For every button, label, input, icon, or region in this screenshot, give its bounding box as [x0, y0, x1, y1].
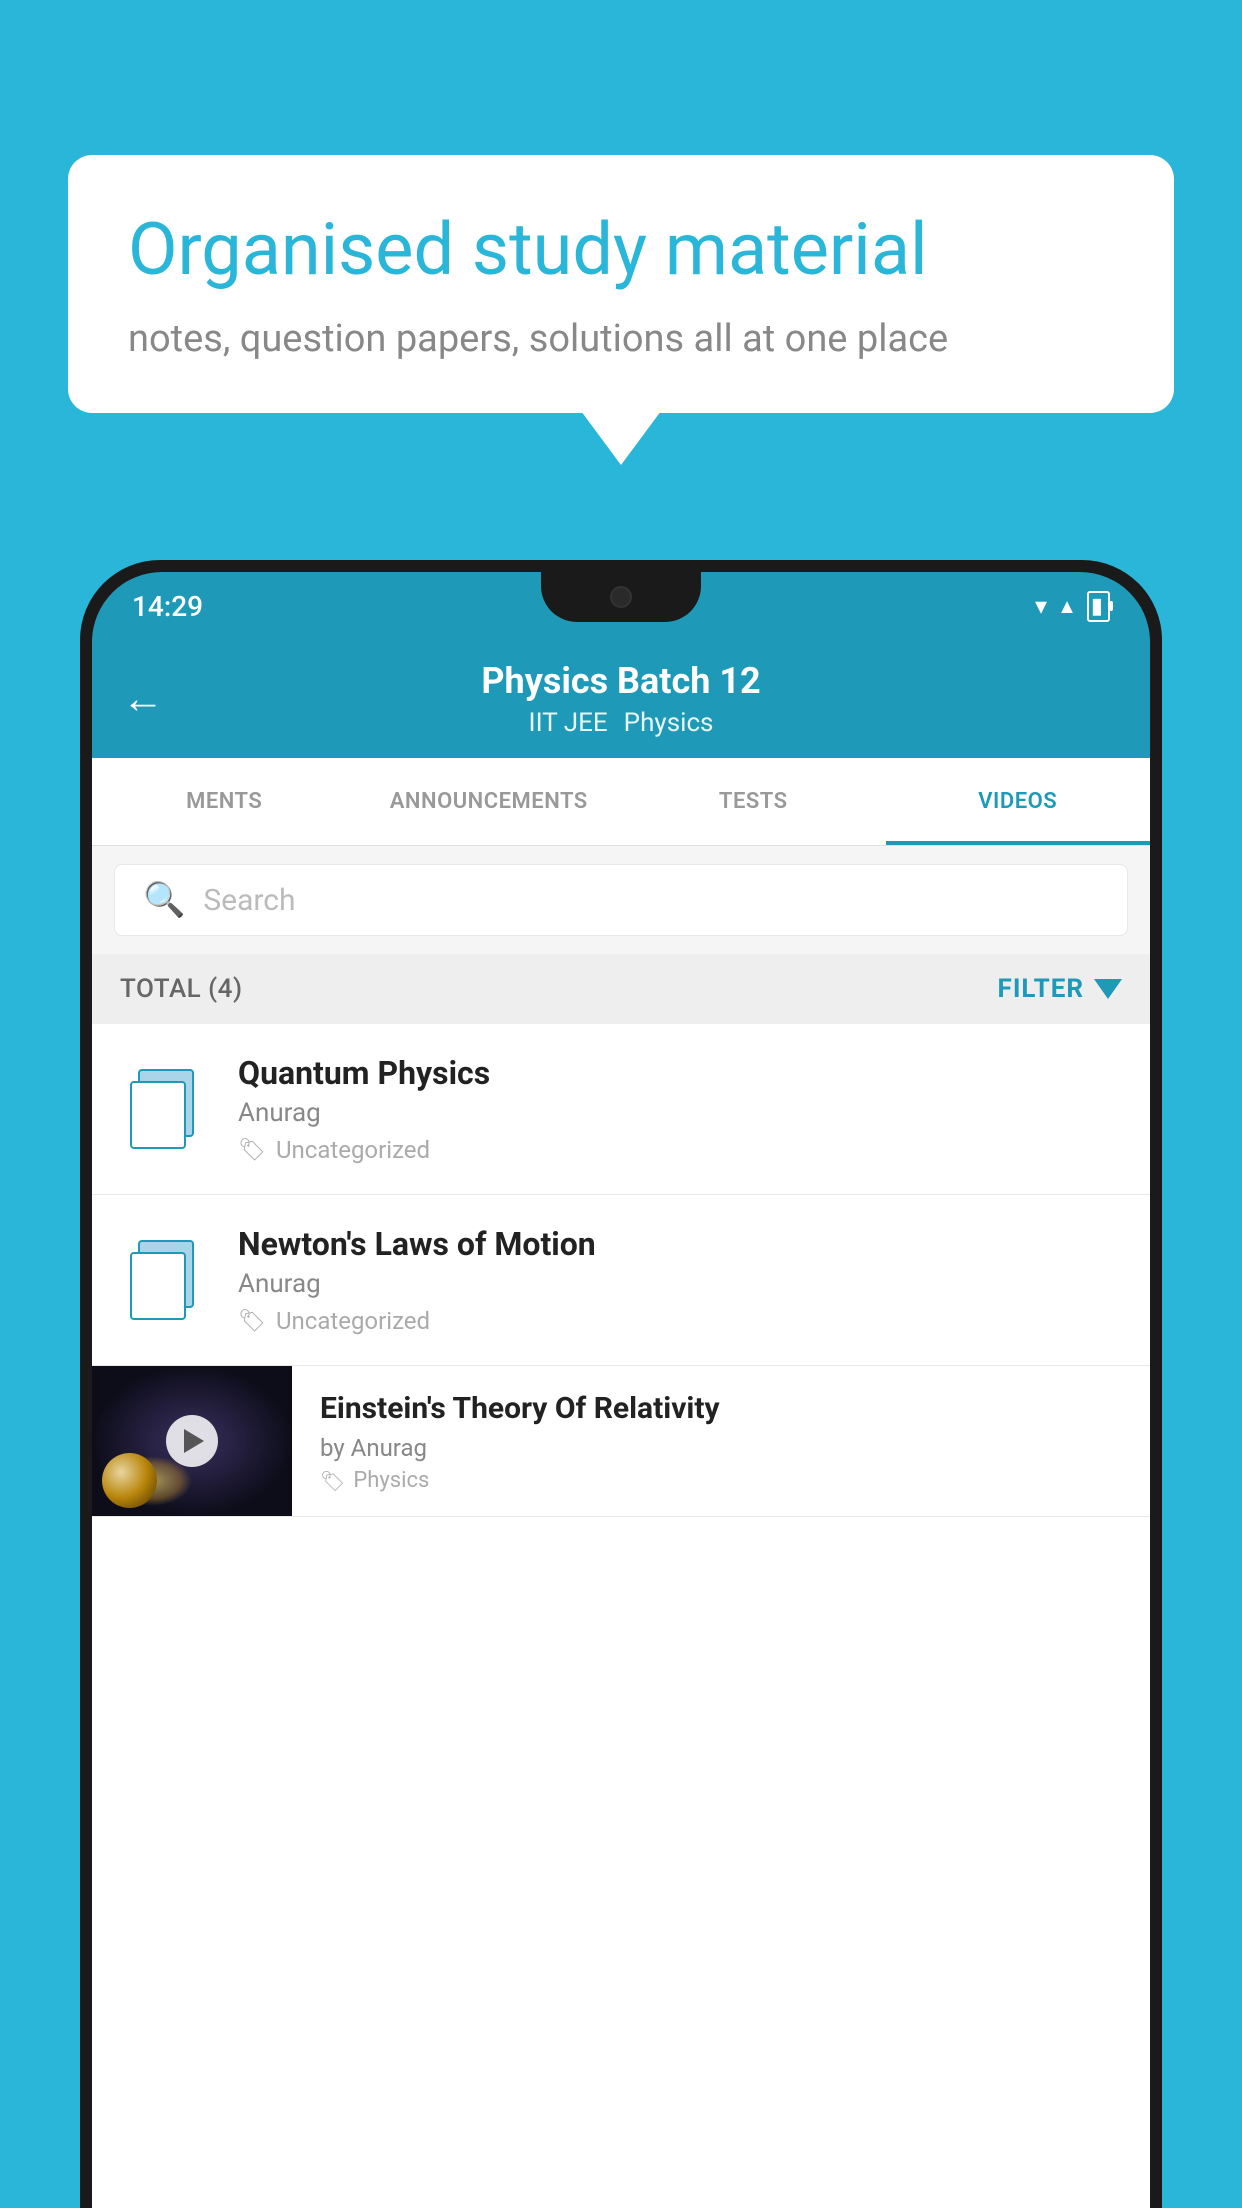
thumb-tag-text: Physics: [353, 1468, 429, 1493]
list-item[interactable]: Newton's Laws of Motion Anurag 🏷 Uncateg…: [92, 1195, 1150, 1366]
battery-icon: ▮: [1087, 591, 1110, 622]
tag-text: Uncategorized: [276, 1307, 430, 1335]
wifi-icon: ▾: [1035, 592, 1047, 620]
tab-bar: MENTS ANNOUNCEMENTS TESTS VIDEOS: [92, 758, 1150, 846]
app-header: ← Physics Batch 12 IIT JEE Physics: [92, 640, 1150, 758]
item-icon: [120, 1235, 210, 1325]
search-box[interactable]: 🔍 Search: [114, 864, 1128, 936]
bubble-title: Organised study material: [128, 207, 1114, 293]
tag-icon: 🏷: [238, 1138, 266, 1163]
item-title: Newton's Laws of Motion: [238, 1225, 1122, 1263]
filter-label: FILTER: [998, 974, 1084, 1004]
folder-icon: [130, 1069, 200, 1149]
tab-ments[interactable]: MENTS: [92, 758, 357, 845]
tab-announcements[interactable]: ANNOUNCEMENTS: [357, 758, 622, 845]
thumb-tag: 🏷 Physics: [320, 1468, 1122, 1493]
thumb-title: Einstein's Theory Of Relativity: [320, 1389, 1122, 1428]
bubble-subtitle: notes, question papers, solutions all at…: [128, 317, 1114, 361]
item-tag: 🏷 Uncategorized: [238, 1136, 1122, 1164]
tag-icon: 🏷: [238, 1309, 266, 1334]
tag-text: Uncategorized: [276, 1136, 430, 1164]
header-subtitle1: IIT JEE: [529, 708, 608, 738]
list-item[interactable]: Quantum Physics Anurag 🏷 Uncategorized: [92, 1024, 1150, 1195]
search-container: 🔍 Search: [92, 846, 1150, 954]
camera: [610, 586, 632, 608]
item-info: Newton's Laws of Motion Anurag 🏷 Uncateg…: [238, 1225, 1122, 1335]
thumb-sphere: [102, 1453, 157, 1508]
filter-bar: TOTAL (4) FILTER: [92, 954, 1150, 1024]
phone-frame: 14:29 ▾ ▲ ▮ ← Physics Batch 12 IIT JEE P…: [80, 560, 1162, 2208]
play-icon: [184, 1429, 204, 1453]
filter-button[interactable]: FILTER: [998, 974, 1122, 1004]
content-list: Quantum Physics Anurag 🏷 Uncategorized: [92, 1024, 1150, 2208]
list-item-thumb[interactable]: Einstein's Theory Of Relativity by Anura…: [92, 1366, 1150, 1517]
search-icon: 🔍: [143, 880, 185, 920]
tab-tests[interactable]: TESTS: [621, 758, 886, 845]
search-placeholder: Search: [203, 883, 295, 918]
item-info: Quantum Physics Anurag 🏷 Uncategorized: [238, 1054, 1122, 1164]
thumb-tag-icon: 🏷: [320, 1469, 345, 1493]
status-time: 14:29: [132, 590, 203, 623]
item-title: Quantum Physics: [238, 1054, 1122, 1092]
filter-icon: [1094, 979, 1122, 999]
header-title: Physics Batch 12: [481, 660, 760, 702]
folder-icon: [130, 1240, 200, 1320]
signal-icon: ▲: [1057, 594, 1077, 619]
item-author: Anurag: [238, 1098, 1122, 1128]
item-author: Anurag: [238, 1269, 1122, 1299]
thumb-author: by Anurag: [320, 1434, 1122, 1462]
back-button[interactable]: ←: [122, 675, 164, 724]
speech-bubble-container: Organised study material notes, question…: [68, 155, 1174, 413]
status-icons: ▾ ▲ ▮: [1035, 591, 1110, 622]
tab-videos[interactable]: VIDEOS: [886, 758, 1151, 845]
page-front: [130, 1081, 186, 1149]
item-icon: [120, 1064, 210, 1154]
page-front: [130, 1252, 186, 1320]
header-subtitle: IIT JEE Physics: [529, 708, 714, 738]
notch: [541, 572, 701, 622]
item-tag: 🏷 Uncategorized: [238, 1307, 1122, 1335]
video-thumbnail: [92, 1366, 292, 1516]
phone-inner: 14:29 ▾ ▲ ▮ ← Physics Batch 12 IIT JEE P…: [92, 572, 1150, 2208]
thumb-info: Einstein's Theory Of Relativity by Anura…: [320, 1389, 1122, 1493]
play-button[interactable]: [166, 1415, 218, 1467]
header-subtitle2: Physics: [624, 708, 714, 738]
total-label: TOTAL (4): [120, 974, 243, 1004]
speech-bubble: Organised study material notes, question…: [68, 155, 1174, 413]
